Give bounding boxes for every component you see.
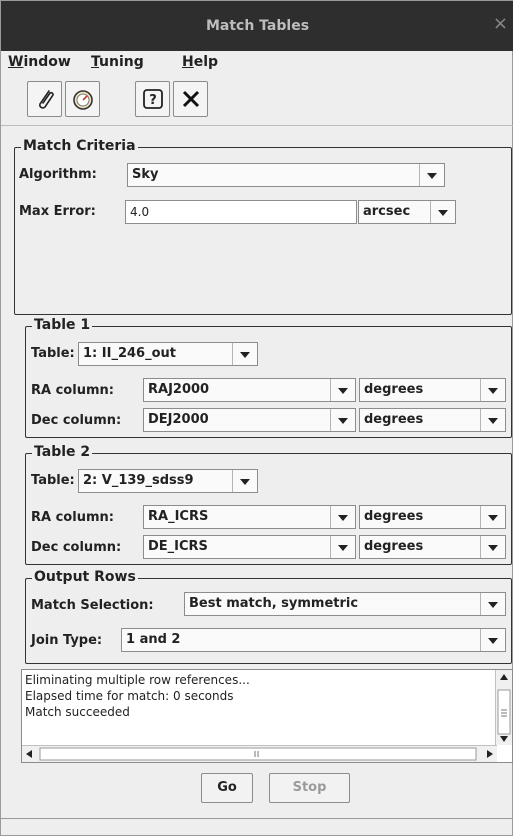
chevron-down-icon[interactable] bbox=[232, 470, 257, 492]
output-rows-panel: Output Rows Match Selection: Best match,… bbox=[25, 569, 512, 664]
chevron-down-icon[interactable] bbox=[480, 629, 505, 651]
algorithm-select[interactable]: Sky bbox=[127, 163, 445, 187]
table1-dec-unit: degrees bbox=[364, 412, 424, 427]
table2-dec-value: DE_ICRS bbox=[148, 539, 208, 554]
table1-table-label: Table: bbox=[31, 346, 75, 361]
chevron-down-icon[interactable] bbox=[330, 506, 355, 528]
table1-select[interactable]: 1: II_246_out bbox=[78, 342, 258, 366]
table1-ra-unit-select[interactable]: degrees bbox=[359, 378, 506, 402]
join-type-value: 1 and 2 bbox=[126, 632, 181, 647]
menu-help[interactable]: Help bbox=[182, 54, 218, 70]
table2-ra-unit: degrees bbox=[364, 509, 424, 524]
match-criteria-legend: Match Criteria bbox=[21, 138, 138, 154]
title-bar[interactable]: Match Tables × bbox=[1, 1, 513, 51]
log-line: Elapsed time for match: 0 seconds bbox=[25, 689, 234, 703]
table1-dec-unit-select[interactable]: degrees bbox=[359, 408, 506, 432]
table2-dec-unit: degrees bbox=[364, 539, 424, 554]
log-area[interactable]: Eliminating multiple row references... E… bbox=[21, 669, 513, 763]
chevron-down-icon[interactable] bbox=[480, 379, 505, 401]
table1-ra-unit: degrees bbox=[364, 382, 424, 397]
algorithm-value: Sky bbox=[132, 167, 159, 182]
chevron-down-icon[interactable] bbox=[480, 506, 505, 528]
help-button[interactable]: ? bbox=[135, 81, 170, 117]
status-bar-divider bbox=[1, 818, 513, 819]
close-button[interactable] bbox=[173, 81, 208, 117]
chevron-down-icon[interactable] bbox=[480, 409, 505, 431]
horizontal-scrollbar[interactable] bbox=[22, 745, 497, 762]
table2-dec-select[interactable]: DE_ICRS bbox=[143, 535, 356, 559]
table2-dec-label: Dec column: bbox=[31, 540, 122, 555]
table2-panel: Table 2 Table: 2: V_139_sdss9 RA column:… bbox=[25, 444, 512, 565]
gauge-button[interactable] bbox=[65, 81, 100, 117]
paperclip-icon bbox=[39, 90, 54, 109]
table2-legend: Table 2 bbox=[32, 444, 93, 460]
max-error-value: 4.0 bbox=[130, 205, 150, 219]
match-criteria-panel: Match Criteria Algorithm: Sky Max Error:… bbox=[14, 138, 512, 315]
svg-text:?: ? bbox=[149, 93, 157, 108]
chevron-down-icon[interactable] bbox=[419, 164, 444, 186]
join-type-label: Join Type: bbox=[31, 633, 103, 648]
paperclip-button[interactable] bbox=[27, 81, 62, 117]
chevron-down-icon[interactable] bbox=[330, 536, 355, 558]
algorithm-label: Algorithm: bbox=[19, 167, 97, 182]
window-title: Match Tables bbox=[205, 18, 310, 34]
table1-panel: Table 1 Table: 1: II_246_out RA column: … bbox=[25, 317, 512, 438]
table2-ra-value: RA_ICRS bbox=[148, 509, 209, 524]
log-line: Eliminating multiple row references... bbox=[25, 673, 250, 687]
gauge-icon bbox=[73, 90, 93, 110]
table1-ra-value: RAJ2000 bbox=[148, 382, 210, 397]
stop-button[interactable]: Stop bbox=[269, 773, 350, 803]
menu-window-rest: indow bbox=[23, 54, 71, 70]
menu-tuning-mnemonic: T bbox=[91, 54, 100, 70]
max-error-unit-select[interactable]: arcsec bbox=[358, 200, 456, 224]
table1-dec-select[interactable]: DEJ2000 bbox=[143, 408, 356, 432]
match-selection-label: Match Selection: bbox=[31, 598, 154, 613]
vertical-scrollbar[interactable] bbox=[495, 670, 512, 745]
table2-table-label: Table: bbox=[31, 473, 75, 488]
window-close-icon[interactable]: × bbox=[493, 15, 508, 33]
chevron-down-icon[interactable] bbox=[430, 201, 455, 223]
chevron-down-icon[interactable] bbox=[330, 379, 355, 401]
table2-ra-label: RA column: bbox=[31, 510, 114, 525]
chevron-down-icon[interactable] bbox=[480, 593, 505, 615]
log-line: Match succeeded bbox=[25, 705, 130, 719]
chevron-down-icon[interactable] bbox=[480, 536, 505, 558]
close-icon bbox=[182, 90, 200, 108]
join-type-select[interactable]: 1 and 2 bbox=[121, 628, 506, 652]
table1-ra-label: RA column: bbox=[31, 383, 114, 398]
output-rows-legend: Output Rows bbox=[32, 569, 138, 585]
menu-window-mnemonic: W bbox=[8, 54, 24, 70]
help-icon: ? bbox=[143, 89, 163, 109]
match-selection-value: Best match, symmetric bbox=[189, 596, 359, 611]
table2-ra-unit-select[interactable]: degrees bbox=[359, 505, 506, 529]
horizontal-scrollbar-graphic bbox=[26, 747, 493, 761]
table2-ra-select[interactable]: RA_ICRS bbox=[143, 505, 356, 529]
vertical-scrollbar-graphic bbox=[497, 674, 511, 742]
table2-select[interactable]: 2: V_139_sdss9 bbox=[78, 469, 258, 493]
menu-help-mnemonic: H bbox=[182, 54, 194, 70]
chevron-down-icon[interactable] bbox=[330, 409, 355, 431]
table1-ra-select[interactable]: RAJ2000 bbox=[143, 378, 356, 402]
match-tables-window: Match Tables × Window Tuning Help ? Matc… bbox=[0, 0, 513, 836]
table2-table-value: 2: V_139_sdss9 bbox=[83, 473, 194, 488]
match-selection-select[interactable]: Best match, symmetric bbox=[184, 592, 506, 616]
table1-dec-value: DEJ2000 bbox=[148, 412, 209, 427]
menu-tuning-rest: uning bbox=[99, 54, 144, 70]
max-error-label: Max Error: bbox=[19, 204, 96, 219]
menu-window[interactable]: Window bbox=[8, 54, 71, 70]
max-error-unit-value: arcsec bbox=[363, 204, 411, 219]
table1-dec-label: Dec column: bbox=[31, 413, 122, 428]
table1-legend: Table 1 bbox=[32, 317, 93, 333]
table1-table-value: 1: II_246_out bbox=[83, 346, 176, 361]
menu-bar: Window Tuning Help bbox=[1, 51, 513, 75]
toolbar-separator bbox=[1, 125, 513, 126]
go-button[interactable]: Go bbox=[201, 773, 253, 803]
max-error-input[interactable]: 4.0 bbox=[125, 200, 357, 224]
menu-tuning[interactable]: Tuning bbox=[91, 54, 144, 70]
chevron-down-icon[interactable] bbox=[232, 343, 257, 365]
menu-help-rest: elp bbox=[193, 54, 219, 70]
table2-dec-unit-select[interactable]: degrees bbox=[359, 535, 506, 559]
